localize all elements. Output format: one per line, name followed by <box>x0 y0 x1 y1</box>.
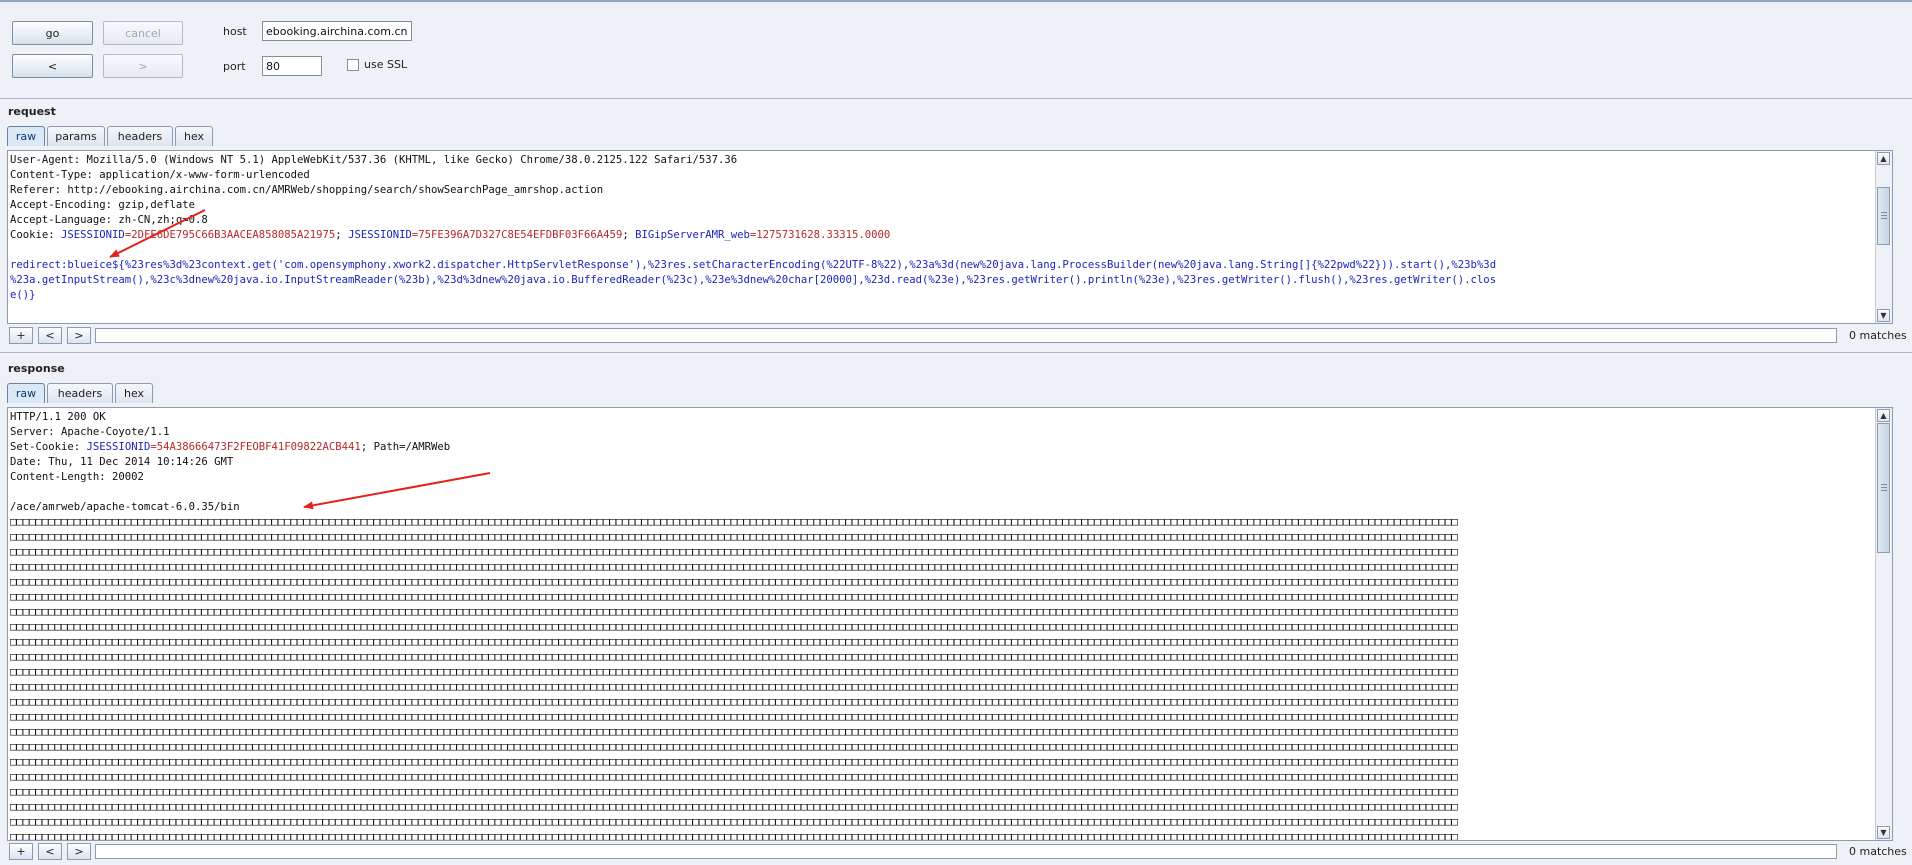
code-line: HTTP/1.1 200 OK <box>10 411 106 423</box>
search-prev-button[interactable]: < <box>38 327 62 344</box>
search-next-button[interactable]: > <box>67 843 91 860</box>
response-search-input[interactable] <box>95 844 1837 859</box>
code-line: Set-Cookie: JSESSIONID=54A38666473F2FEOB… <box>10 441 451 453</box>
output-char-line: □□□□□□□□□□□□□□□□□□□□□□□□□□□□□□□□□□□□□□□□… <box>10 696 1458 708</box>
scroll-thumb[interactable] <box>1877 187 1890 245</box>
request-tab-headers[interactable]: headers <box>107 126 173 146</box>
search-add-button[interactable]: + <box>9 843 33 860</box>
port-input[interactable] <box>262 56 322 76</box>
cancel-button[interactable]: cancel <box>103 21 183 45</box>
request-search-input[interactable] <box>95 328 1837 343</box>
code-line: Accept-Encoding: gzip,deflate <box>10 199 195 211</box>
request-title: request <box>8 105 56 118</box>
use-ssl-label: use SSL <box>364 58 408 71</box>
response-tab-raw[interactable]: raw <box>7 383 45 403</box>
scroll-down-icon[interactable]: ▼ <box>1877 309 1890 322</box>
request-tab-hex[interactable]: hex <box>175 126 213 146</box>
code-line: Cookie: JSESSIONID=2DFE6DE795C66B3AACEA8… <box>10 229 891 241</box>
output-char-line: □□□□□□□□□□□□□□□□□□□□□□□□□□□□□□□□□□□□□□□□… <box>10 816 1458 828</box>
code-line: %23a.getInputStream(),%23c%3dnew%20java.… <box>10 274 1497 286</box>
output-char-line: □□□□□□□□□□□□□□□□□□□□□□□□□□□□□□□□□□□□□□□□… <box>10 591 1458 603</box>
request-editor[interactable]: User-Agent: Mozilla/5.0 (Windows NT 5.1)… <box>7 150 1893 324</box>
host-label: host <box>223 25 247 38</box>
output-char-line: □□□□□□□□□□□□□□□□□□□□□□□□□□□□□□□□□□□□□□□□… <box>10 726 1458 738</box>
response-tab-headers[interactable]: headers <box>47 383 113 403</box>
output-char-line: □□□□□□□□□□□□□□□□□□□□□□□□□□□□□□□□□□□□□□□□… <box>10 561 1458 573</box>
window-top-border <box>0 0 1912 2</box>
code-line: Date: Thu, 11 Dec 2014 10:14:26 GMT <box>10 456 234 468</box>
request-scrollbar[interactable]: ▲ ▼ <box>1875 151 1892 323</box>
request-search-bar: + < > 0 matches <box>7 325 1912 347</box>
forward-button[interactable]: > <box>103 54 183 78</box>
code-line: redirect:blueice${%23res%3d%23context.ge… <box>10 259 1497 271</box>
code-line: Content-Type: application/x-www-form-url… <box>10 169 310 181</box>
code-line: User-Agent: Mozilla/5.0 (Windows NT 5.1)… <box>10 154 738 166</box>
output-char-line: □□□□□□□□□□□□□□□□□□□□□□□□□□□□□□□□□□□□□□□□… <box>10 801 1458 813</box>
response-matches-count: 0 matches <box>1849 845 1907 858</box>
output-char-line: □□□□□□□□□□□□□□□□□□□□□□□□□□□□□□□□□□□□□□□□… <box>10 666 1458 678</box>
output-char-line: □□□□□□□□□□□□□□□□□□□□□□□□□□□□□□□□□□□□□□□□… <box>10 711 1458 723</box>
request-body[interactable]: User-Agent: Mozilla/5.0 (Windows NT 5.1)… <box>10 153 1872 303</box>
request-matches-count: 0 matches <box>1849 329 1907 342</box>
response-tab-hex[interactable]: hex <box>115 383 153 403</box>
code-line: Server: Apache-Coyote/1.1 <box>10 426 170 438</box>
response-editor[interactable]: HTTP/1.1 200 OK Server: Apache-Coyote/1.1… <box>7 407 1893 841</box>
code-line: e()} <box>10 289 36 301</box>
host-input[interactable] <box>262 21 412 41</box>
toolbar-divider <box>0 98 1912 99</box>
code-line: Referer: http://ebooking.airchina.com.cn… <box>10 184 604 196</box>
output-char-line: □□□□□□□□□□□□□□□□□□□□□□□□□□□□□□□□□□□□□□□□… <box>10 771 1458 783</box>
code-line: /ace/amrweb/apache-tomcat-6.0.35/bin <box>10 501 240 513</box>
output-char-line: □□□□□□□□□□□□□□□□□□□□□□□□□□□□□□□□□□□□□□□□… <box>10 786 1458 798</box>
response-title: response <box>8 362 65 375</box>
output-char-line: □□□□□□□□□□□□□□□□□□□□□□□□□□□□□□□□□□□□□□□□… <box>10 621 1458 633</box>
scroll-up-icon[interactable]: ▲ <box>1877 152 1890 165</box>
scroll-thumb[interactable] <box>1877 423 1890 553</box>
output-char-line: □□□□□□□□□□□□□□□□□□□□□□□□□□□□□□□□□□□□□□□□… <box>10 606 1458 618</box>
output-char-line: □□□□□□□□□□□□□□□□□□□□□□□□□□□□□□□□□□□□□□□□… <box>10 546 1458 558</box>
back-button[interactable]: < <box>12 54 93 78</box>
port-label: port <box>223 60 246 73</box>
response-scrollbar[interactable]: ▲ ▼ <box>1875 408 1892 840</box>
response-search-bar: + < > 0 matches <box>7 841 1912 863</box>
output-char-line: □□□□□□□□□□□□□□□□□□□□□□□□□□□□□□□□□□□□□□□□… <box>10 681 1458 693</box>
scroll-up-icon[interactable]: ▲ <box>1877 409 1890 422</box>
search-add-button[interactable]: + <box>9 327 33 344</box>
output-char-line: □□□□□□□□□□□□□□□□□□□□□□□□□□□□□□□□□□□□□□□□… <box>10 576 1458 588</box>
search-prev-button[interactable]: < <box>38 843 62 860</box>
scroll-down-icon[interactable]: ▼ <box>1877 826 1890 839</box>
search-next-button[interactable]: > <box>67 327 91 344</box>
output-char-line: □□□□□□□□□□□□□□□□□□□□□□□□□□□□□□□□□□□□□□□□… <box>10 531 1458 543</box>
output-char-line: □□□□□□□□□□□□□□□□□□□□□□□□□□□□□□□□□□□□□□□□… <box>10 636 1458 648</box>
output-char-line: □□□□□□□□□□□□□□□□□□□□□□□□□□□□□□□□□□□□□□□□… <box>10 741 1458 753</box>
request-tab-params[interactable]: params <box>47 126 105 146</box>
output-char-line: □□□□□□□□□□□□□□□□□□□□□□□□□□□□□□□□□□□□□□□□… <box>10 516 1458 528</box>
output-char-line: □□□□□□□□□□□□□□□□□□□□□□□□□□□□□□□□□□□□□□□□… <box>10 831 1458 841</box>
output-char-line: □□□□□□□□□□□□□□□□□□□□□□□□□□□□□□□□□□□□□□□□… <box>10 756 1458 768</box>
use-ssl-checkbox[interactable] <box>347 59 359 71</box>
code-line: Content-Length: 20002 <box>10 471 144 483</box>
go-button[interactable]: go <box>12 21 93 45</box>
code-line: Accept-Language: zh-CN,zh;q=0.8 <box>10 214 208 226</box>
section-divider <box>0 352 1912 353</box>
request-tab-raw[interactable]: raw <box>7 126 45 146</box>
output-char-line: □□□□□□□□□□□□□□□□□□□□□□□□□□□□□□□□□□□□□□□□… <box>10 651 1458 663</box>
response-body[interactable]: HTTP/1.1 200 OK Server: Apache-Coyote/1.1… <box>10 410 1872 841</box>
